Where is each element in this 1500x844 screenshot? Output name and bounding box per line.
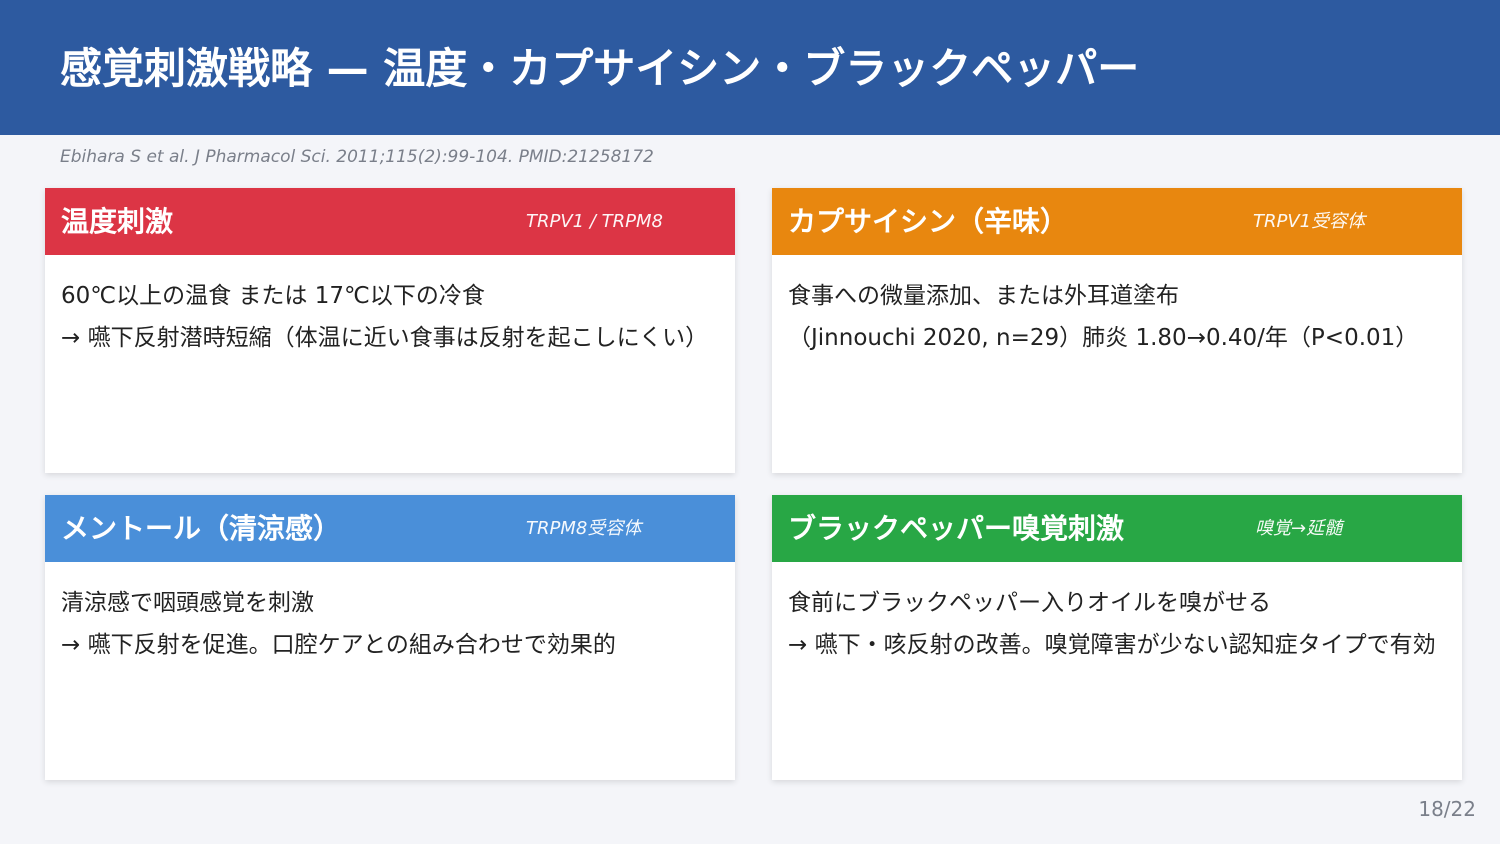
card-body: 清涼感で咽頭感覚を刺激 → 嚥下反射を促進。口腔ケアとの組み合わせで効果的 — [45, 562, 735, 666]
card-title: メントール（清涼感） — [61, 512, 342, 545]
card-line: → 嚥下・咳反射の改善。嗅覚障害が少ない認知症タイプで有効 — [788, 632, 1436, 658]
card-line: 清涼感で咽頭感覚を刺激 — [61, 590, 314, 616]
card-receptor-tag: TRPV1 / TRPM8 — [526, 211, 663, 232]
card-title: ブラックペッパー嗅覚刺激 — [788, 512, 1125, 545]
card-body: 食事への微量添加、または外耳道塗布 （Jinnouchi 2020, n=29）… — [772, 255, 1462, 359]
card-body: 食前にブラックペッパー入りオイルを嗅がせる → 嚥下・咳反射の改善。嗅覚障害が少… — [772, 562, 1462, 666]
card-black-pepper: ブラックペッパー嗅覚刺激 嗅覚→延髄 食前にブラックペッパー入りオイルを嗅がせる… — [772, 495, 1462, 780]
card-body: 60℃以上の温食 または 17℃以下の冷食 → 嚥下反射潜時短縮（体温に近い食事… — [45, 255, 735, 359]
card-line: → 嚥下反射を促進。口腔ケアとの組み合わせで効果的 — [61, 632, 616, 658]
card-line: 食事への微量添加、または外耳道塗布 — [788, 283, 1179, 309]
card-line: → 嚥下反射潜時短縮（体温に近い食事は反射を起こしにくい） — [61, 325, 709, 351]
card-line: （Jinnouchi 2020, n=29）肺炎 1.80→0.40/年（P<0… — [788, 325, 1419, 351]
card-line: 食前にブラックペッパー入りオイルを嗅がせる — [788, 590, 1271, 616]
citation: Ebihara S et al. J Pharmacol Sci. 2011;1… — [60, 147, 654, 167]
card-capsaicin: カプサイシン（辛味） TRPV1受容体 食事への微量添加、または外耳道塗布 （J… — [772, 188, 1462, 473]
card-header: メントール（清涼感） TRPM8受容体 — [45, 495, 735, 562]
card-title: 温度刺激 — [61, 205, 174, 238]
card-line: 60℃以上の温食 または 17℃以下の冷食 — [61, 283, 485, 309]
page-number: 18/22 — [1418, 797, 1476, 821]
title-bar: 感覚刺激戦略 — 温度・カプサイシン・ブラックペッパー — [0, 0, 1500, 135]
card-title: カプサイシン（辛味） — [788, 205, 1069, 238]
card-receptor-tag: TRPM8受容体 — [526, 518, 642, 539]
card-header: カプサイシン（辛味） TRPV1受容体 — [772, 188, 1462, 255]
slide-title: 感覚刺激戦略 — 温度・カプサイシン・ブラックペッパー — [60, 44, 1140, 93]
card-receptor-tag: 嗅覚→延髄 — [1255, 518, 1343, 539]
card-temperature-stimulus: 温度刺激 TRPV1 / TRPM8 60℃以上の温食 または 17℃以下の冷食… — [45, 188, 735, 473]
card-menthol: メントール（清涼感） TRPM8受容体 清涼感で咽頭感覚を刺激 → 嚥下反射を促… — [45, 495, 735, 780]
card-header: 温度刺激 TRPV1 / TRPM8 — [45, 188, 735, 255]
card-header: ブラックペッパー嗅覚刺激 嗅覚→延髄 — [772, 495, 1462, 562]
card-receptor-tag: TRPV1受容体 — [1253, 211, 1366, 232]
